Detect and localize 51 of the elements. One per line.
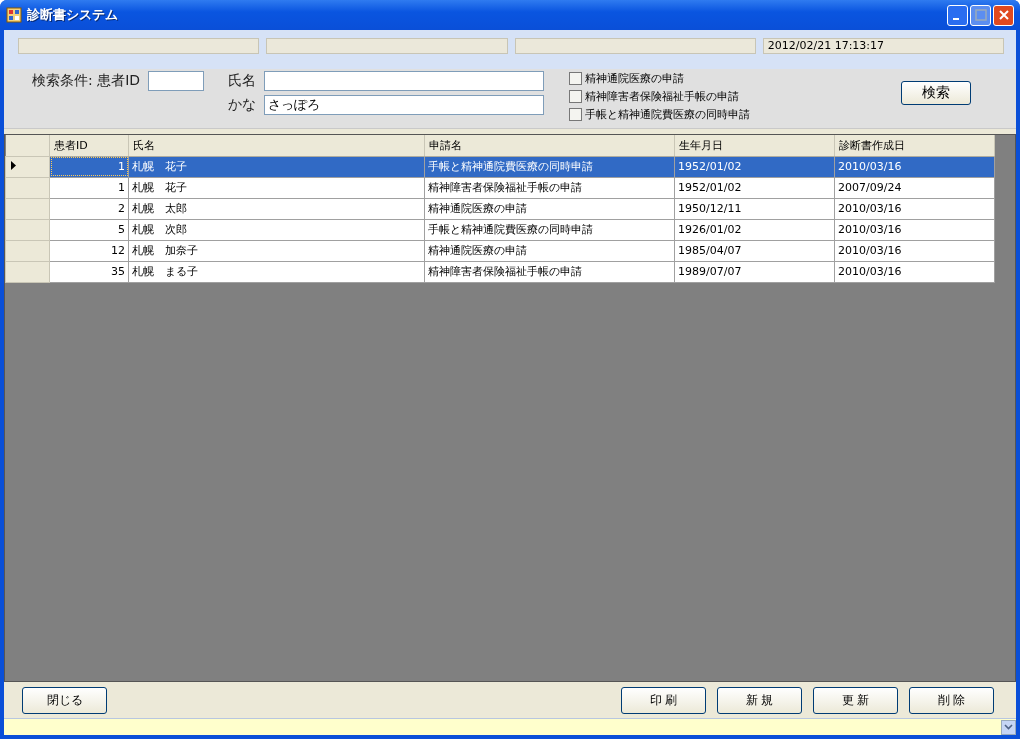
patient-id-field[interactable] bbox=[148, 71, 205, 91]
maximize-button[interactable] bbox=[970, 4, 991, 26]
table-cell: 精神通院医療の申請 bbox=[424, 198, 675, 219]
table-row[interactable]: 5 札幌 次郎 手帳と精神通院費医療の同時申請 1926/01/02 2010/03/16 bbox=[5, 219, 995, 240]
table-cell: 手帳と精神通院費医療の同時申請 bbox=[424, 219, 675, 240]
name-field[interactable] bbox=[264, 71, 545, 91]
action-button[interactable]: 更 新 bbox=[813, 687, 898, 714]
table-cell: 札幌 次郎 bbox=[128, 219, 425, 240]
close-icon bbox=[997, 9, 1010, 21]
current-row-icon bbox=[11, 161, 16, 170]
window-title: 診断書システム bbox=[27, 6, 118, 24]
action-button[interactable]: 削 除 bbox=[909, 687, 994, 714]
table-row[interactable]: 1 札幌 花子 精神障害者保険福祉手帳の申請 1952/01/02 2007/09/24 bbox=[5, 177, 995, 198]
column-header[interactable]: 生年月日 bbox=[674, 135, 835, 156]
name-label: 氏名 bbox=[227, 72, 258, 90]
datetime-panel: 2012/02/21 17:13:17 bbox=[762, 38, 1004, 54]
maximize-icon bbox=[974, 9, 987, 21]
table-cell: 手帳と精神通院費医療の同時申請 bbox=[424, 156, 675, 177]
message-combo[interactable] bbox=[4, 718, 1016, 735]
app-icon bbox=[6, 7, 22, 23]
kana-label: かな bbox=[227, 96, 258, 114]
application-checkbox[interactable]: 精神通院医療の申請 bbox=[569, 71, 751, 86]
dropdown-icon bbox=[1001, 719, 1016, 735]
column-header[interactable]: 氏名 bbox=[128, 135, 425, 156]
search-condition-label: 検索条件: 患者ID bbox=[32, 72, 141, 90]
action-button[interactable]: 新 規 bbox=[717, 687, 802, 714]
column-header[interactable]: 申請名 bbox=[424, 135, 675, 156]
table-cell: 精神障害者保険福祉手帳の申請 bbox=[424, 261, 675, 282]
column-header[interactable]: 診断書作成日 bbox=[834, 135, 995, 156]
action-button[interactable]: 印 刷 bbox=[621, 687, 706, 714]
table-cell: 札幌 まる子 bbox=[128, 261, 425, 282]
close-button[interactable] bbox=[993, 4, 1014, 26]
table-cell: 札幌 花子 bbox=[128, 156, 425, 177]
table-row[interactable]: 12 札幌 加奈子 精神通院医療の申請 1985/04/07 2010/03/16 bbox=[5, 240, 995, 261]
close-form-button[interactable]: 閉じる bbox=[22, 687, 107, 714]
table-cell: 札幌 花子 bbox=[128, 177, 425, 198]
table-row[interactable]: 1 札幌 花子 手帳と精神通院費医療の同時申請 1952/01/02 2010/03/16 bbox=[5, 156, 995, 177]
table-cell: 札幌 太郎 bbox=[128, 198, 425, 219]
kana-field[interactable]: さっぽろ bbox=[264, 95, 545, 115]
table-row[interactable]: 35 札幌 まる子 精神障害者保険福祉手帳の申請 1989/07/07 2010/03/16 bbox=[5, 261, 995, 282]
column-header[interactable]: 患者ID bbox=[49, 135, 129, 156]
application-checkbox[interactable]: 精神障害者保険福祉手帳の申請 bbox=[569, 89, 751, 104]
row-header[interactable] bbox=[5, 156, 50, 177]
application-checkbox[interactable]: 手帳と精神通院費医療の同時申請 bbox=[569, 107, 751, 122]
table-row[interactable]: 2 札幌 太郎 精神通院医療の申請 1950/12/11 2010/03/16 bbox=[5, 198, 995, 219]
minimize-button[interactable] bbox=[947, 4, 968, 26]
table-cell: 精神障害者保険福祉手帳の申請 bbox=[424, 177, 675, 198]
search-button[interactable]: 検索 bbox=[901, 81, 971, 105]
table-cell: 札幌 加奈子 bbox=[128, 240, 425, 261]
table-cell: 精神通院医療の申請 bbox=[424, 240, 675, 261]
minimize-icon bbox=[952, 18, 959, 20]
